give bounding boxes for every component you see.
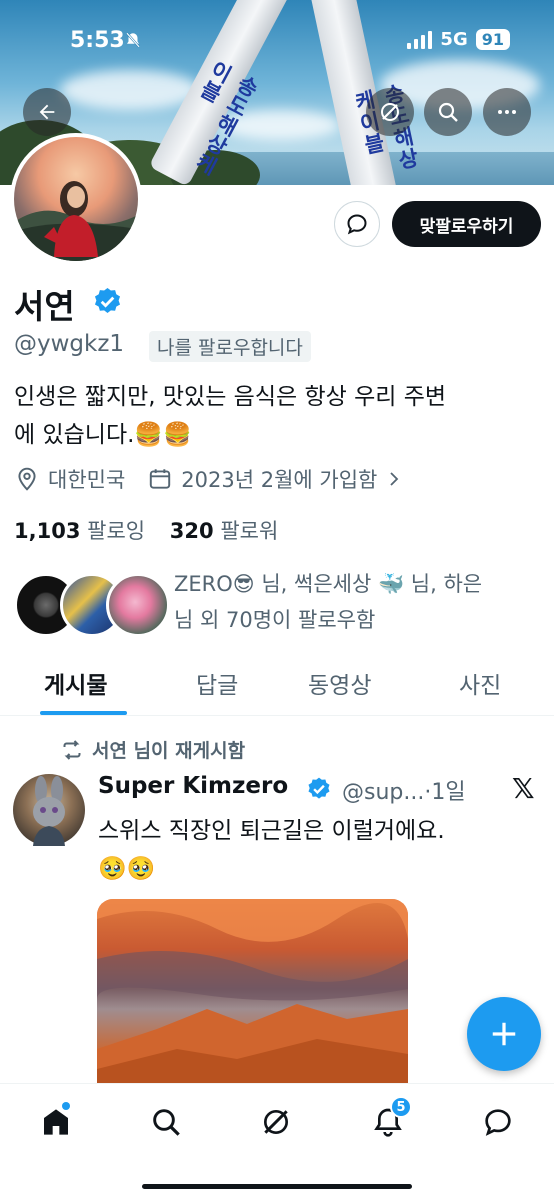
message-icon bbox=[347, 214, 367, 235]
active-tab-indicator bbox=[40, 711, 127, 715]
bio-line: 인생은 짧지만, 맛있는 음식은 항상 우리 주변 bbox=[14, 384, 447, 410]
compose-button[interactable] bbox=[467, 997, 541, 1071]
search-icon bbox=[438, 102, 458, 122]
more-icon bbox=[498, 110, 516, 114]
location-item: 대한민국 bbox=[14, 464, 125, 494]
signal-icon bbox=[407, 30, 433, 49]
post-author-name[interactable]: Super Kimzero bbox=[98, 773, 288, 799]
tab-videos[interactable]: 동영상 bbox=[308, 666, 371, 700]
repost-icon bbox=[63, 739, 81, 760]
joined-text: 2023년 2월에 가입함 bbox=[181, 468, 378, 492]
nav-home[interactable] bbox=[36, 1102, 76, 1142]
location-text: 대한민국 bbox=[48, 468, 126, 492]
follow-back-button[interactable]: 맞팔로우하기 bbox=[392, 201, 541, 247]
following-link[interactable]: 1,103 팔로잉 bbox=[14, 519, 145, 543]
back-button[interactable] bbox=[23, 88, 71, 136]
search-icon bbox=[153, 1109, 180, 1136]
post-verified-badge-icon bbox=[306, 776, 332, 806]
tab-photos[interactable]: 사진 bbox=[459, 666, 501, 700]
grok-button[interactable] bbox=[366, 88, 414, 136]
chevron-right-icon bbox=[390, 472, 399, 486]
profile-avatar[interactable] bbox=[10, 133, 142, 265]
back-arrow-icon bbox=[39, 104, 55, 120]
home-icon bbox=[44, 1109, 68, 1135]
mutuals-line: 님 외 70명이 팔로우함 bbox=[174, 608, 376, 632]
follows-you-badge: 나를 팔로우합니다 bbox=[149, 331, 311, 362]
mutual-followers-text[interactable]: ZERO😎 님, 썩은세상 🐳 님, 하은 님 외 70명이 팔로우함 bbox=[174, 566, 544, 638]
nav-grok[interactable] bbox=[256, 1102, 296, 1142]
post-author-avatar[interactable] bbox=[13, 774, 85, 846]
grok-icon bbox=[264, 1110, 288, 1134]
location-pin-icon bbox=[18, 467, 36, 491]
followers-label: 팔로워 bbox=[220, 519, 279, 543]
repost-text: 서연 님이 재게시함 bbox=[92, 740, 246, 762]
following-count: 1,103 bbox=[14, 519, 81, 543]
notification-count-badge: 5 bbox=[390, 1096, 412, 1118]
mutuals-line: ZERO😎 님, 썩은세상 🐳 님, 하은 bbox=[174, 572, 483, 596]
mutual-avatar bbox=[106, 573, 170, 637]
post-text[interactable]: 스위스 직장인 퇴근길은 이럴거에요. 🥹🥹 bbox=[98, 812, 538, 888]
network-label: 5G bbox=[440, 29, 468, 50]
message-button[interactable] bbox=[334, 201, 380, 247]
bottom-navigation: 5 bbox=[0, 1083, 554, 1199]
more-button[interactable] bbox=[483, 88, 531, 136]
nav-explore[interactable] bbox=[146, 1102, 186, 1142]
home-indicator[interactable] bbox=[142, 1184, 412, 1189]
profile-bio: 인생은 짧지만, 맛있는 음식은 항상 우리 주변 에 있습니다.🍔🍔 bbox=[14, 378, 539, 454]
bio-line: 에 있습니다.🍔🍔 bbox=[14, 422, 192, 448]
tab-posts[interactable]: 게시물 bbox=[44, 666, 107, 700]
tab-replies[interactable]: 답글 bbox=[196, 666, 238, 700]
profile-tabs: 게시물 답글 동영상 사진 bbox=[0, 660, 554, 716]
x-logo-icon: 𝕏 bbox=[512, 772, 535, 805]
plus-icon bbox=[492, 1022, 516, 1046]
battery-indicator: 91 bbox=[475, 29, 510, 50]
mutual-followers-avatars[interactable] bbox=[14, 573, 184, 637]
grok-icon bbox=[381, 103, 399, 121]
home-unread-dot bbox=[62, 1102, 70, 1110]
message-icon bbox=[485, 1109, 511, 1136]
nav-notifications[interactable]: 5 bbox=[368, 1096, 412, 1142]
verified-badge-icon[interactable] bbox=[92, 286, 123, 321]
followers-count: 320 bbox=[169, 519, 214, 543]
calendar-icon bbox=[150, 469, 171, 489]
post-media-image[interactable] bbox=[97, 899, 408, 1099]
post-author-handle: @sup... bbox=[342, 780, 425, 805]
search-button[interactable] bbox=[424, 88, 472, 136]
nav-messages[interactable] bbox=[478, 1102, 518, 1142]
profile-name: 서연 bbox=[14, 287, 75, 326]
repost-indicator[interactable]: 서연 님이 재게시함 bbox=[60, 736, 245, 763]
status-time: 5:53 bbox=[70, 28, 125, 53]
post-meta: @sup...·1일 bbox=[342, 774, 466, 806]
profile-handle: @ywgkz1 bbox=[14, 331, 125, 357]
silent-bell-icon bbox=[124, 31, 142, 54]
joined-date-item[interactable]: 2023년 2월에 가입함 bbox=[147, 464, 403, 494]
post-text-line: 🥹🥹 bbox=[98, 856, 156, 882]
following-label: 팔로잉 bbox=[87, 519, 146, 543]
post-timestamp: ·1일 bbox=[424, 780, 466, 805]
post-text-line: 스위스 직장인 퇴근길은 이럴거에요. bbox=[98, 818, 445, 844]
followers-link[interactable]: 320 팔로워 bbox=[170, 519, 279, 543]
